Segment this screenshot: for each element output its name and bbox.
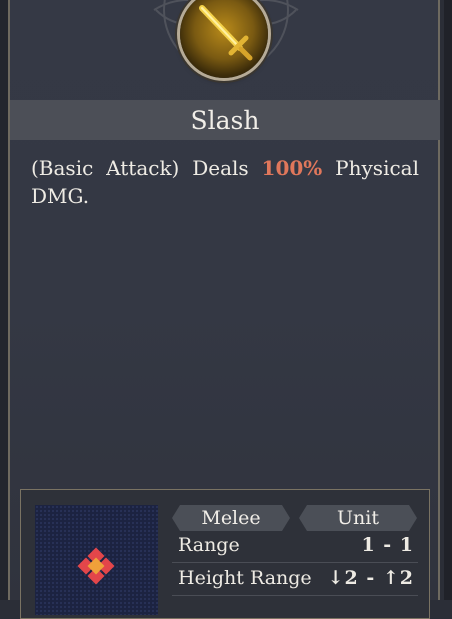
range-row: Range 1 - 1 — [178, 534, 414, 560]
description-prefix: (Basic Attack) Deals — [31, 156, 262, 180]
range-pattern-icon — [77, 547, 115, 585]
attack-type-label: Melee — [201, 507, 261, 529]
skill-name: Slash — [190, 105, 260, 135]
skill-description: (Basic Attack) Deals 100% Physical DMG. — [31, 154, 419, 210]
target-type-tag: Unit — [299, 505, 417, 531]
range-grid — [35, 505, 158, 615]
damage-percentage: 100% — [261, 156, 323, 180]
skill-icon-badge — [180, 0, 268, 78]
background-right — [444, 0, 452, 600]
target-type-label: Unit — [337, 507, 379, 529]
attack-type-tag: Melee — [172, 505, 290, 531]
row-divider — [172, 562, 418, 563]
range-value: 1 - 1 — [361, 534, 414, 556]
range-label: Range — [178, 534, 240, 556]
row-divider — [172, 595, 418, 596]
range-cell-origin — [87, 557, 105, 575]
background-left — [0, 0, 8, 600]
golden-sword-icon — [199, 5, 253, 61]
height-range-label: Height Range — [178, 567, 312, 589]
height-range-value: ↓2 - ↑2 — [327, 567, 414, 589]
height-range-row: Height Range ↓2 - ↑2 — [178, 567, 414, 593]
skill-title-bar: Slash — [10, 100, 440, 140]
